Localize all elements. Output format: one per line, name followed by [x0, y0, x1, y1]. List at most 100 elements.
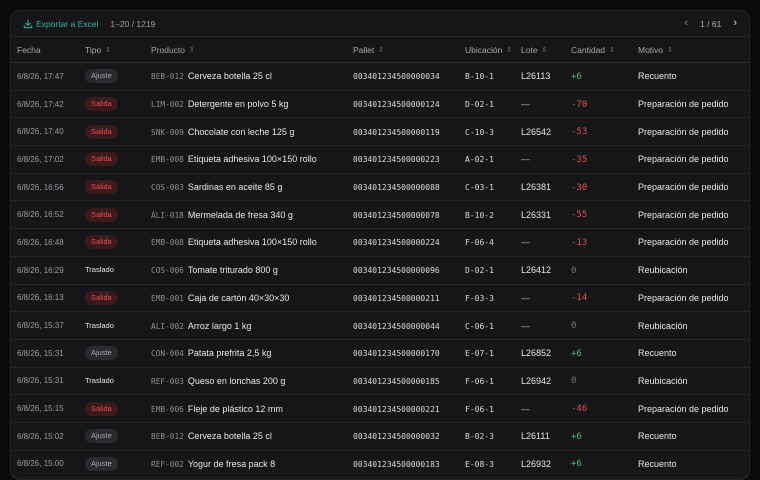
- cell-ubicacion: F-03-3: [459, 284, 515, 312]
- movements-table: Fecha Tipo ⇕ Producto ⇕ Pallet ⇕ Ubicación ⇕ Lote…: [11, 36, 749, 478]
- location-code: D-02-1: [465, 266, 494, 276]
- column-header-cantidad[interactable]: Cantidad ⇕: [565, 36, 632, 63]
- table-header: Fecha Tipo ⇕ Producto ⇕ Pallet ⇕ Ubicación ⇕ Lote…: [11, 36, 749, 63]
- product-name: Etiqueta adhesiva 100×150 rollo: [187, 154, 317, 165]
- cell-ubicacion: E-07-1: [459, 339, 515, 367]
- table-row[interactable]: 6/8/26, 17:02 Salida EMB-008 Etiqueta adhes…: [11, 146, 749, 174]
- location-code: B-02-3: [465, 432, 494, 442]
- table-row[interactable]: 6/8/26, 15:15 Salida EMB-006 Fleje de plást…: [11, 395, 749, 423]
- quantity-value: -53: [571, 127, 588, 138]
- cell-lote: L26381: [521, 182, 552, 193]
- product-name: Patata prefrita 2,5 kg: [187, 348, 272, 359]
- cell-producto: EMB-008 Etiqueta adhesiva 100×150 rollo: [145, 229, 347, 257]
- cell-pallet: 003401234500000119: [347, 118, 459, 146]
- location-code: A-02-1: [465, 155, 494, 165]
- quantity-value: +6: [571, 71, 582, 82]
- quantity-value: -35: [571, 154, 588, 165]
- cell-lote: L26412: [521, 265, 552, 276]
- table-row[interactable]: 6/8/26, 15:02 Ajuste BEB-012 Cerveza botell…: [11, 422, 749, 451]
- cell-tipo: Ajuste: [79, 339, 145, 367]
- export-excel-label: Exportar a Excel: [36, 18, 99, 29]
- type-badge: Ajuste: [85, 346, 118, 361]
- table-row[interactable]: 6/8/26, 16:48 Salida EMB-008 Etiqueta adhes…: [11, 229, 749, 257]
- cell-fecha: 6/8/26, 16:48: [17, 237, 64, 247]
- cell-producto: COS-003 Sardinas en aceite 85 g: [145, 173, 347, 201]
- pallet-sscc: 003401234500000223: [353, 155, 440, 165]
- cell-pallet: 003401234500000170: [347, 339, 459, 367]
- cell-ubicacion: C-10-3: [459, 118, 515, 146]
- table-row[interactable]: 6/8/26, 15:31 Ajuste CON-004 Patata prefrit…: [11, 339, 749, 368]
- product-name: Cerveza botella 25 cl: [187, 71, 272, 82]
- column-header-fecha[interactable]: Fecha: [11, 36, 79, 63]
- product-code: ALI-002: [151, 321, 184, 331]
- column-header-lote[interactable]: Lote ⇕: [515, 36, 565, 63]
- column-header-tipo[interactable]: Tipo ⇕: [79, 36, 145, 63]
- export-excel-button[interactable]: Exportar a Excel: [23, 19, 98, 29]
- table-row[interactable]: 6/8/26, 15:00 Ajuste REF-002 Yogur de fresa…: [11, 450, 749, 478]
- sort-icon: ⇕: [506, 46, 513, 54]
- product-name: Chocolate con leche 125 g: [187, 126, 295, 137]
- table-row[interactable]: 6/8/26, 16:29 Traslado COS-006 Tomate tritu…: [11, 256, 749, 284]
- cell-fecha: 6/8/26, 15:31: [17, 376, 64, 386]
- pallet-sscc: 003401234500000088: [353, 183, 440, 193]
- product-code: BEB-012: [151, 72, 184, 82]
- cell-cantidad: 0: [565, 256, 632, 284]
- pagination: ‹ 1 / 61 ›: [684, 18, 737, 29]
- quantity-value: -70: [571, 99, 588, 110]
- column-label: Pallet: [353, 44, 375, 55]
- column-label: Cantidad: [571, 44, 606, 55]
- quantity-value: -55: [571, 210, 588, 221]
- column-header-pallet[interactable]: Pallet ⇕: [347, 36, 459, 63]
- pallet-sscc: 003401234500000078: [353, 210, 440, 220]
- type-badge: Salida: [85, 290, 118, 305]
- type-badge: Salida: [85, 152, 118, 167]
- location-code: F-03-3: [465, 293, 494, 303]
- cell-fecha: 6/8/26, 17:40: [17, 127, 64, 137]
- product-name: Etiqueta adhesiva 100×150 rollo: [187, 237, 317, 248]
- product-code: EMB-008: [151, 155, 184, 165]
- cell-pallet: 003401234500000096: [347, 256, 459, 284]
- column-header-ubicacion[interactable]: Ubicación ⇕: [459, 36, 515, 63]
- product-name: Sardinas en aceite 85 g: [187, 182, 283, 193]
- table-row[interactable]: 6/8/26, 17:40 Salida SNK-009 Chocolate con …: [11, 118, 749, 146]
- cell-tipo: Traslado: [79, 367, 145, 395]
- cell-lote: L26932: [521, 458, 552, 469]
- table-row[interactable]: 6/8/26, 15:37 Traslado ALI-002 Arroz largo …: [11, 312, 749, 340]
- cell-pallet: 003401234500000221: [347, 395, 459, 423]
- pallet-sscc: 003401234500000032: [353, 432, 440, 442]
- product-name: Cerveza botella 25 cl: [187, 431, 272, 442]
- type-badge: Salida: [85, 207, 118, 222]
- cell-tipo: Salida: [79, 201, 145, 229]
- column-header-motivo[interactable]: Motivo ⇕: [632, 36, 749, 63]
- cell-ubicacion: F-06-4: [459, 229, 515, 257]
- table-row[interactable]: 6/8/26, 16:52 Salida ALI-018 Mermelada de f…: [11, 201, 749, 229]
- table-row[interactable]: 6/8/26, 17:47 Ajuste BEB-012 Cerveza botell…: [11, 63, 749, 91]
- cell-lote: L26113: [521, 71, 551, 82]
- type-badge: Ajuste: [85, 429, 118, 444]
- table-row[interactable]: 6/8/26, 16:56 Salida COS-003 Sardinas en ac…: [11, 173, 749, 201]
- location-code: B-10-1: [465, 72, 494, 82]
- location-code: C-06-1: [465, 321, 494, 331]
- cell-lote: L26852: [521, 348, 552, 359]
- chevron-left-icon[interactable]: ‹: [684, 18, 688, 29]
- cell-fecha: 6/8/26, 15:37: [17, 321, 64, 331]
- table-row[interactable]: 6/8/26, 15:31 Traslado REF-003 Queso en lon…: [11, 367, 749, 395]
- cell-motivo: Preparación de pedido: [638, 99, 729, 110]
- cell-pallet: 003401234500000185: [347, 367, 459, 395]
- sort-icon: ⇕: [378, 46, 385, 54]
- cell-tipo: Salida: [79, 118, 145, 146]
- product-name: Arroz largo 1 kg: [187, 320, 252, 331]
- cell-producto: CON-004 Patata prefrita 2,5 kg: [145, 339, 347, 367]
- location-code: D-02-1: [465, 100, 494, 110]
- pallet-sscc: 003401234500000185: [353, 376, 440, 386]
- table-row[interactable]: 6/8/26, 16:13 Salida EMB-001 Caja de cartón…: [11, 284, 749, 312]
- cell-producto: BEB-012 Cerveza botella 25 cl: [145, 63, 347, 91]
- table-row[interactable]: 6/8/26, 17:42 Salida LIM-002 Detergente en …: [11, 90, 749, 118]
- sort-icon: ⇕: [609, 46, 615, 54]
- product-code: REF-003: [151, 376, 184, 386]
- cell-lote: L26542: [521, 126, 552, 137]
- cell-motivo: Recuento: [638, 348, 677, 359]
- column-header-producto[interactable]: Producto ⇕: [145, 36, 347, 63]
- cell-ubicacion: A-02-1: [459, 146, 515, 174]
- chevron-right-icon[interactable]: ›: [733, 18, 737, 29]
